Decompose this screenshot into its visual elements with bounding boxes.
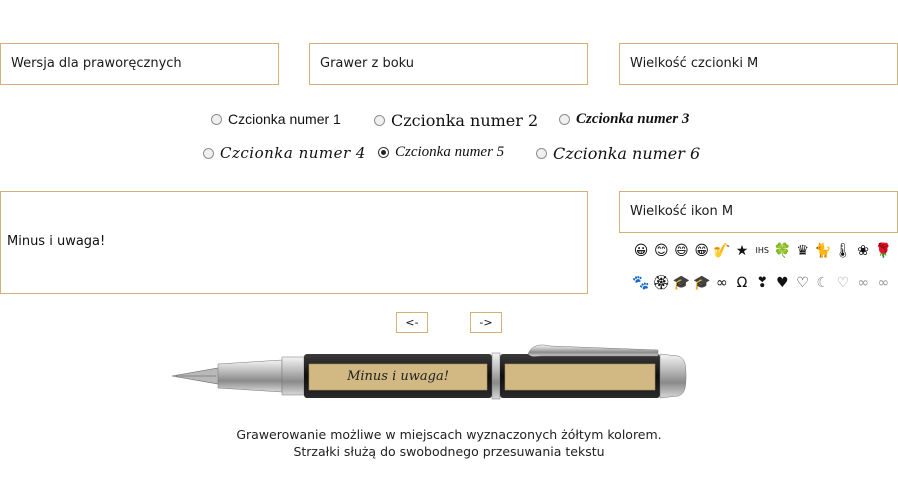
radio-font-2[interactable] xyxy=(374,115,385,126)
infinity-alt-icon[interactable]: ∞ xyxy=(873,275,893,291)
smiley-icon[interactable]: 😀 xyxy=(631,243,651,259)
font-option-label: Czcionka numer 3 xyxy=(576,111,690,127)
infinity-icon[interactable]: ∞ xyxy=(853,275,873,291)
pen-engraving-text: Minus i uwaga! xyxy=(347,369,449,384)
heart-outline-light-icon[interactable]: ♡ xyxy=(833,275,853,291)
paw-icon[interactable]: 🐾 xyxy=(631,275,651,291)
thermometer-icon[interactable]: 🌡 xyxy=(833,243,853,259)
font-option-label: Czcionka numer 4 xyxy=(220,144,366,162)
pen-preview: Minus i uwaga! xyxy=(170,340,700,415)
font-option-5[interactable]: Czcionka numer 5 xyxy=(378,144,504,161)
font-option-label: Czcionka numer 2 xyxy=(391,111,539,130)
cap-end-shape xyxy=(659,353,687,399)
icon-size-select[interactable]: Wielkość ikon M xyxy=(619,191,898,233)
moon-icon[interactable]: ☾ xyxy=(813,275,833,291)
radio-font-1[interactable] xyxy=(211,113,222,125)
font-option-label: Czcionka numer 1 xyxy=(228,111,341,127)
heart-outline-icon[interactable]: ♡ xyxy=(793,275,813,291)
grip-shape xyxy=(217,359,283,393)
hand-version-select[interactable]: Wersja dla praworęcznych xyxy=(0,43,279,85)
saxophone-icon[interactable]: 🎷 xyxy=(712,243,732,259)
rosette-icon[interactable]: 🏵 xyxy=(651,275,671,291)
heart-ribbon-icon[interactable]: ❣ xyxy=(752,275,772,291)
move-right-button[interactable]: -> xyxy=(470,312,502,333)
clip-shape xyxy=(527,344,659,357)
ihs-icon[interactable]: IHS xyxy=(752,243,772,259)
heart-icon[interactable]: ♥ xyxy=(772,275,792,291)
radio-font-6[interactable] xyxy=(536,148,547,159)
grin-icon[interactable]: 😄 xyxy=(671,243,691,259)
cat-icon[interactable]: 🐈 xyxy=(813,243,833,259)
caption-line-1: Grawerowanie możliwe w miejscach wyznacz… xyxy=(236,427,662,442)
star-icon[interactable]: ★ xyxy=(732,243,752,259)
flower-icon[interactable]: ❀ xyxy=(853,243,873,259)
font-option-1[interactable]: Czcionka numer 1 xyxy=(211,111,341,127)
radio-font-4[interactable] xyxy=(203,147,214,159)
engraving-position-select[interactable]: Grawer z boku xyxy=(309,43,588,85)
icon-row-2: 🐾 🏵 🎓 🎓 ∞ Ω ❣ ♥ ♡ ☾ ♡ ∞ ∞ xyxy=(631,275,893,291)
radio-font-3[interactable] xyxy=(559,114,570,125)
radio-font-5[interactable] xyxy=(378,147,389,158)
rose-icon[interactable]: 🌹 xyxy=(873,243,893,259)
engraving-text-input[interactable]: Minus i uwaga! xyxy=(0,191,588,294)
horseshoe-icon[interactable]: Ω xyxy=(732,275,752,291)
icon-row-1: 😀 😊 😄 😁 🎷 ★ IHS 🍀 ♛ 🐈 🌡 ❀ 🌹 xyxy=(631,243,893,259)
smile-icon[interactable]: 😊 xyxy=(651,243,671,259)
font-option-3[interactable]: Czcionka numer 3 xyxy=(559,111,689,128)
font-option-4[interactable]: Czcionka numer 4 xyxy=(203,144,366,162)
clover-icon[interactable]: 🍀 xyxy=(772,243,792,259)
rings-icon[interactable]: ∞ xyxy=(712,275,732,291)
move-left-button[interactable]: <- xyxy=(396,312,428,333)
font-option-label: Czcionka numer 5 xyxy=(395,144,505,160)
font-option-label: Czcionka numer 6 xyxy=(553,144,701,163)
font-size-select[interactable]: Wielkość czcionki M xyxy=(619,43,898,85)
font-option-2[interactable]: Czcionka numer 2 xyxy=(374,111,538,130)
crown-icon[interactable]: ♛ xyxy=(793,243,813,259)
graduation-cap-icon[interactable]: 🎓 xyxy=(671,275,691,291)
laugh-icon[interactable]: 😁 xyxy=(692,243,712,259)
graduation-cap-alt-icon[interactable]: 🎓 xyxy=(692,275,712,291)
caption-line-2: Strzałki służą do swobodnego przesuwania… xyxy=(293,444,605,459)
engraving-area-cap xyxy=(504,363,656,391)
font-option-6[interactable]: Czcionka numer 6 xyxy=(536,144,700,163)
